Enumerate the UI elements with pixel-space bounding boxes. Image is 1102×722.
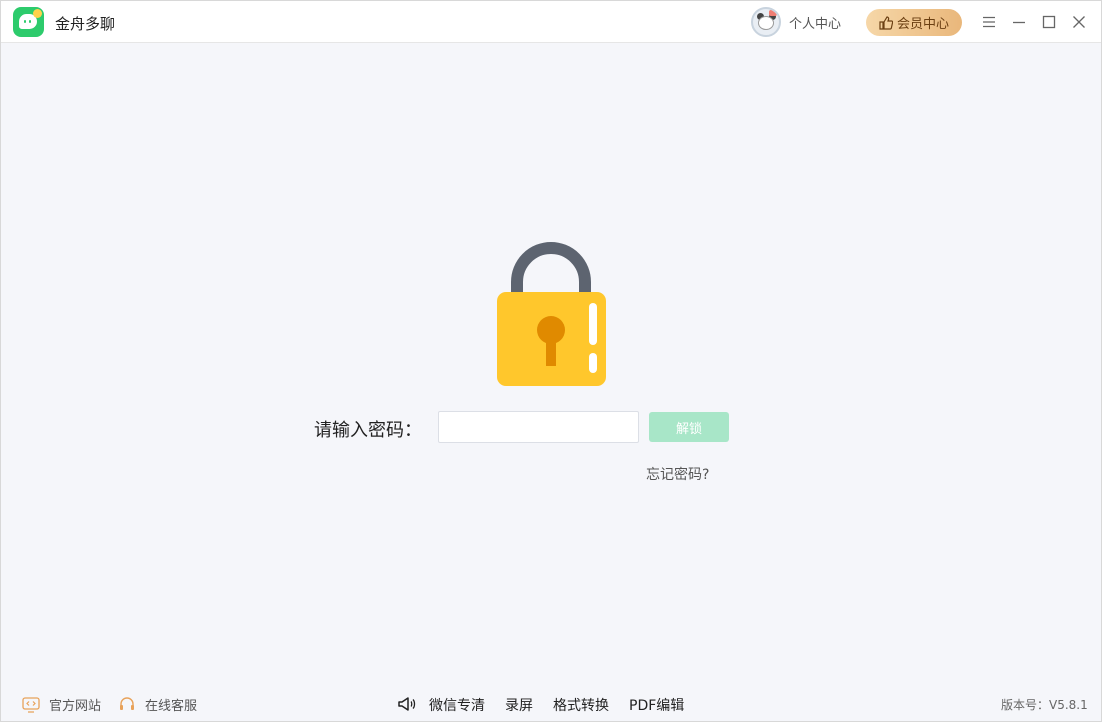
- official-site-link[interactable]: 官方网站: [22, 695, 101, 714]
- footer-bar: 官方网站 在线客服 微信专清 录屏 格式转换 PDF编辑 版本号：V5.8.1: [1, 683, 1101, 721]
- tool-format-convert[interactable]: 格式转换: [553, 695, 609, 715]
- vip-center-label: 会员中心: [896, 17, 949, 32]
- version-label: 版本号：V5.8.1: [1001, 698, 1088, 712]
- app-logo-icon: [13, 7, 44, 37]
- megaphone-icon: [398, 697, 416, 711]
- tool-pdf-edit[interactable]: PDF编辑: [629, 695, 684, 715]
- app-title: 金舟多聊: [55, 15, 116, 33]
- website-icon: [22, 696, 40, 713]
- close-icon[interactable]: [1068, 11, 1090, 33]
- profile-center-label: 个人中心: [789, 16, 842, 32]
- official-site-label: 官方网站: [49, 699, 102, 714]
- forgot-password-link[interactable]: 忘记密码?: [646, 464, 709, 484]
- profile-center-button[interactable]: 个人中心: [751, 6, 841, 38]
- title-bar: 金舟多聊 个人中心 会员中心: [1, 1, 1101, 43]
- password-input[interactable]: [438, 411, 639, 443]
- minimize-icon[interactable]: [1008, 11, 1030, 33]
- online-service-link[interactable]: 在线客服: [118, 695, 197, 714]
- unlock-button[interactable]: 解锁: [649, 412, 729, 442]
- headset-icon: [120, 696, 134, 710]
- panda-avatar-icon: [751, 7, 781, 37]
- padlock-icon: [496, 240, 608, 388]
- hamburger-menu-icon[interactable]: [978, 11, 1000, 33]
- maximize-icon[interactable]: [1038, 11, 1060, 33]
- tool-wechat-clean[interactable]: 微信专清: [429, 695, 485, 715]
- online-service-label: 在线客服: [145, 699, 198, 714]
- vip-center-button[interactable]: 会员中心: [866, 9, 962, 36]
- password-label: 请输入密码：: [314, 420, 422, 441]
- tool-screen-record[interactable]: 录屏: [505, 695, 533, 715]
- thumbs-up-icon: [879, 15, 893, 30]
